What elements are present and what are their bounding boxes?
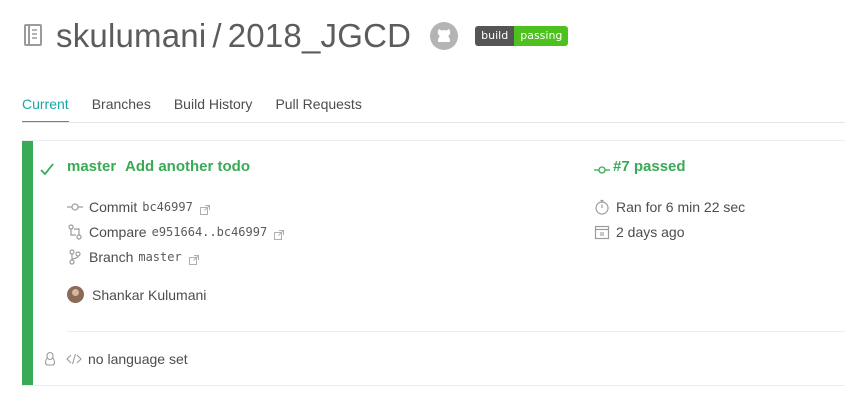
linux-icon xyxy=(42,351,58,367)
tabs-nav: Current Branches Build History Pull Requ… xyxy=(22,96,385,123)
check-icon xyxy=(40,162,54,176)
build-commit-message[interactable]: Add another todo xyxy=(125,158,250,175)
compare-row: Compare e951664..bc46997 xyxy=(67,224,285,240)
language-label: no language set xyxy=(88,351,188,367)
repo-header: skulumani/2018_JGCD build passing xyxy=(22,14,569,58)
commit-icon xyxy=(67,199,83,215)
tab-pull-requests[interactable]: Pull Requests xyxy=(275,96,361,123)
branch-icon xyxy=(67,249,83,265)
tab-current[interactable]: Current xyxy=(22,96,69,123)
build-number[interactable]: #7 passed xyxy=(594,158,686,175)
stopwatch-icon xyxy=(594,199,610,215)
build-branch-name[interactable]: master xyxy=(67,158,116,175)
repo-title: skulumani/2018_JGCD xyxy=(56,17,411,55)
github-icon[interactable] xyxy=(429,21,459,51)
author-name: Shankar Kulumani xyxy=(92,286,207,303)
build-finished: 2 days ago xyxy=(616,224,685,240)
branch-label: Branch xyxy=(89,249,134,265)
compare-range-link[interactable]: e951664..bc46997 xyxy=(152,225,268,239)
badge-label: build xyxy=(475,26,515,46)
commit-label: Commit xyxy=(89,199,138,215)
commit-row: Commit bc46997 xyxy=(67,199,210,215)
branch-value-link[interactable]: master xyxy=(138,250,181,264)
author-row: Shankar Kulumani xyxy=(67,286,206,303)
duration-row: Ran for 6 min 22 sec xyxy=(594,199,745,215)
language-row: no language set xyxy=(42,351,188,367)
compare-label: Compare xyxy=(89,224,147,240)
calendar-icon xyxy=(594,224,610,240)
compare-icon xyxy=(67,224,83,240)
branch-row: Branch master xyxy=(67,249,199,265)
code-icon xyxy=(66,351,82,367)
external-link-icon[interactable] xyxy=(188,252,199,265)
commit-hash-link[interactable]: bc46997 xyxy=(142,200,193,214)
tab-build-history[interactable]: Build History xyxy=(174,96,253,123)
build-number-label: #7 passed xyxy=(613,158,686,175)
repo-name[interactable]: 2018_JGCD xyxy=(228,17,411,54)
repo-owner[interactable]: skulumani xyxy=(56,17,206,54)
finished-row: 2 days ago xyxy=(594,224,685,240)
commit-icon xyxy=(594,162,610,174)
external-link-icon[interactable] xyxy=(199,202,210,215)
repo-icon xyxy=(22,22,44,50)
repo-separator: / xyxy=(212,17,222,54)
tabs-divider xyxy=(22,122,845,123)
external-link-icon[interactable] xyxy=(274,227,285,240)
badge-value: passing xyxy=(514,26,569,46)
avatar xyxy=(67,286,84,303)
build-status-badge[interactable]: build passing xyxy=(475,26,569,46)
card-divider xyxy=(67,331,845,332)
tab-branches[interactable]: Branches xyxy=(92,96,151,123)
build-status-bar xyxy=(22,141,33,385)
build-duration: Ran for 6 min 22 sec xyxy=(616,199,746,215)
